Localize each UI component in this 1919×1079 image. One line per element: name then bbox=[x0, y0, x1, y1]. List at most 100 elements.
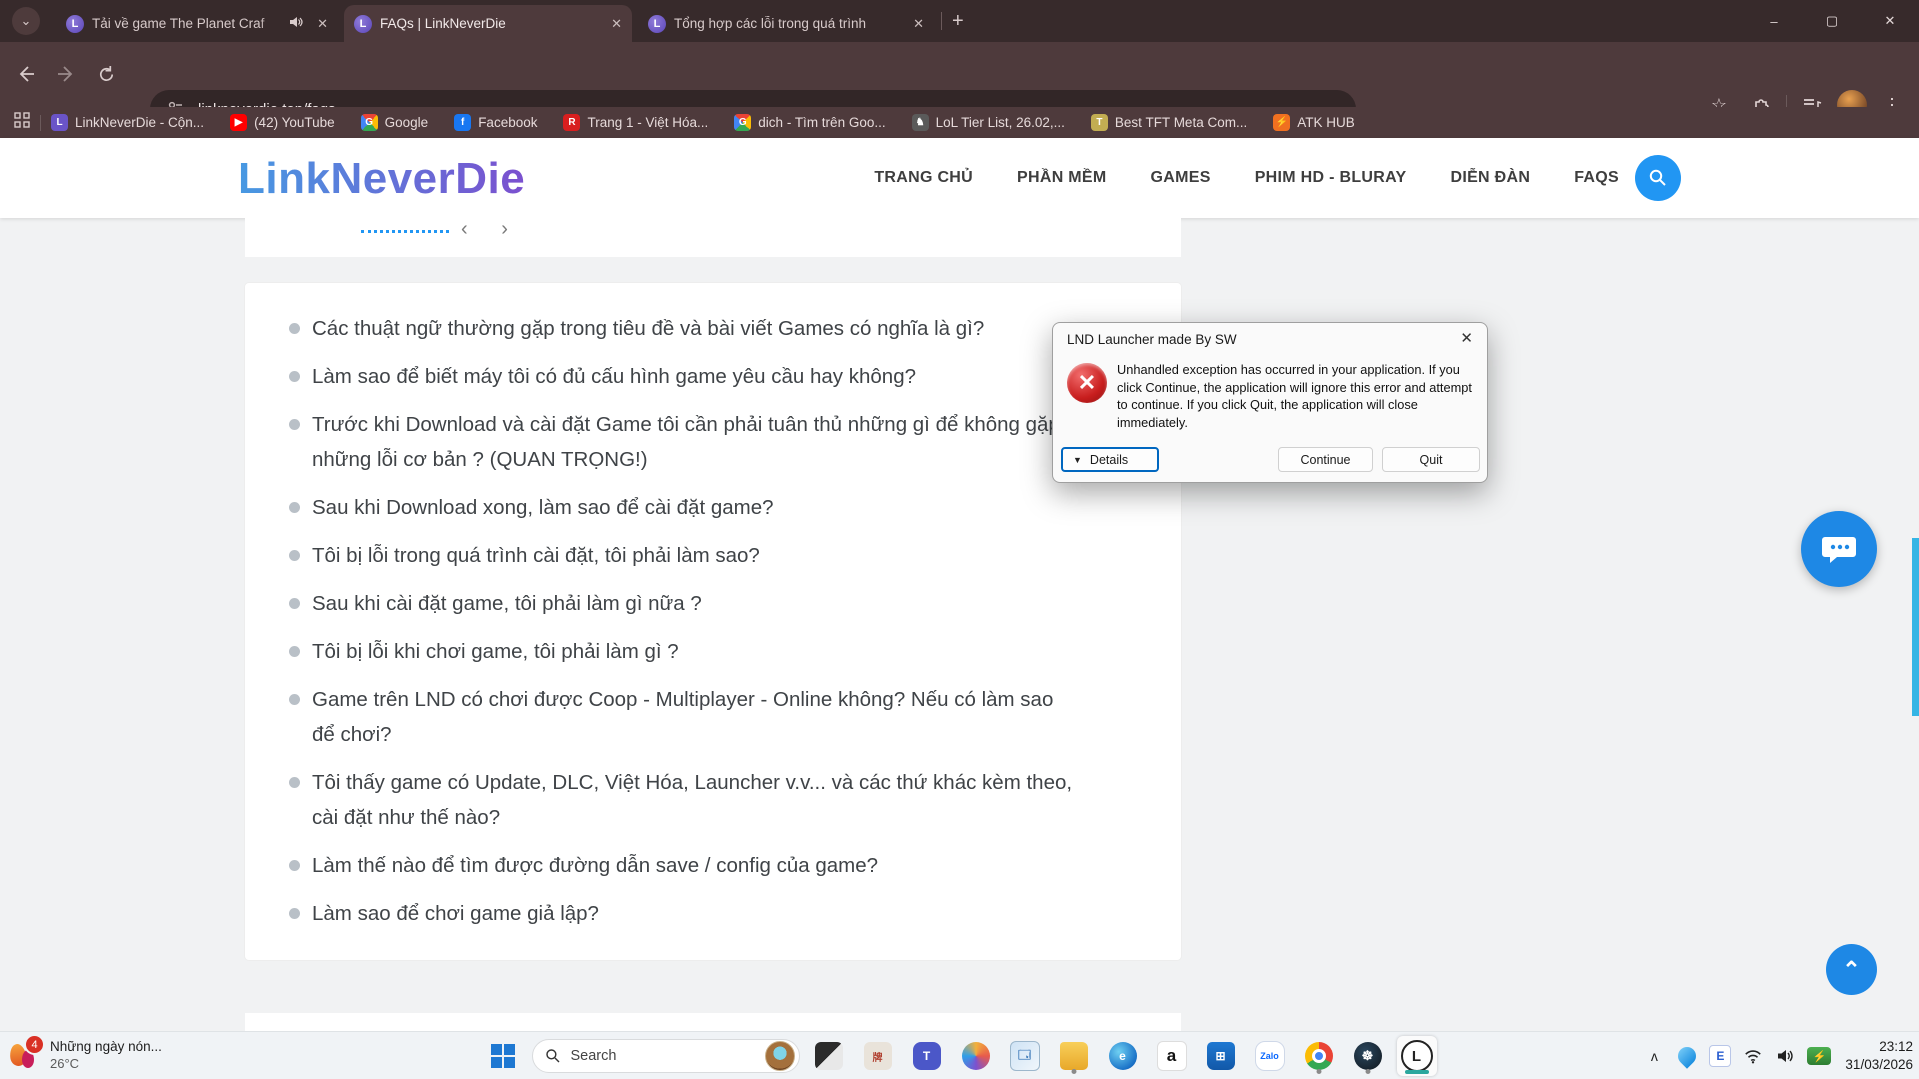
tray-date: 31/03/2026 bbox=[1845, 1056, 1913, 1074]
app-icon: ☸ bbox=[1354, 1042, 1382, 1070]
bookmark-item[interactable]: ⚡ ATK HUB bbox=[1273, 114, 1355, 131]
tab-search-button[interactable]: ⌄ bbox=[12, 7, 40, 35]
screen: ⌄ L Tải về game The Planet Craf ✕ L FAQs… bbox=[0, 0, 1919, 1079]
faq-question-link[interactable]: Tôi bị lỗi khi chơi game, tôi phải làm g… bbox=[289, 634, 1077, 669]
faq-question-link[interactable]: Tôi thấy game có Update, DLC, Việt Hóa, … bbox=[289, 765, 1077, 835]
faq-question-link[interactable]: Làm thế nào để tìm được đường dẫn save /… bbox=[289, 848, 1077, 883]
faq-question-link[interactable]: Sau khi Download xong, làm sao để cài đặ… bbox=[289, 490, 1077, 525]
system-tray: ᴧ E ⚡ 23:12 31/03/2026 bbox=[1641, 1032, 1913, 1079]
continue-button[interactable]: Continue bbox=[1278, 447, 1373, 472]
weather-widget[interactable]: 4 Những ngày nón... 26°C bbox=[8, 1036, 162, 1074]
bookmark-item[interactable]: ♞ LoL Tier List, 26.02,... bbox=[912, 114, 1065, 131]
faq-question-link[interactable]: Các thuật ngữ thường gặp trong tiêu đề v… bbox=[289, 311, 1077, 346]
nav-item[interactable]: DIỄN ĐÀN bbox=[1450, 169, 1530, 187]
bookmark-item[interactable]: ▶ (42) YouTube bbox=[230, 114, 335, 131]
faq-question-link[interactable]: Sau khi cài đặt game, tôi phải làm gì nữ… bbox=[289, 586, 1077, 621]
page-scrollbar-thumb[interactable] bbox=[1912, 538, 1919, 716]
tab-planet-craft[interactable]: L Tải về game The Planet Craf ✕ bbox=[56, 5, 338, 42]
nav-item[interactable]: GAMES bbox=[1151, 169, 1211, 187]
forward-button[interactable] bbox=[48, 56, 84, 92]
battery-icon[interactable]: ⚡ bbox=[1806, 1043, 1832, 1069]
e-app-tray-icon[interactable]: E bbox=[1707, 1043, 1733, 1069]
tab-close-icon[interactable]: ✕ bbox=[611, 16, 622, 32]
taskbar-icon-amazon[interactable]: a bbox=[1152, 1036, 1192, 1076]
bookmark-favicon: R bbox=[563, 114, 580, 131]
search-placeholder: Search bbox=[571, 1048, 755, 1064]
bookmark-favicon: G bbox=[361, 114, 378, 131]
app-icon: Zalo bbox=[1255, 1041, 1285, 1071]
wifi-icon[interactable] bbox=[1740, 1043, 1766, 1069]
app-icon: 牌 bbox=[864, 1042, 892, 1070]
app-icon bbox=[1060, 1042, 1088, 1070]
taskbar-icon-photos[interactable]: 🗔 bbox=[1005, 1036, 1045, 1076]
taskbar-search-box[interactable]: Search bbox=[532, 1039, 800, 1073]
nav-item[interactable]: TRANG CHỦ bbox=[874, 169, 973, 187]
start-button[interactable] bbox=[483, 1036, 523, 1076]
window-minimize-button[interactable]: – bbox=[1745, 14, 1803, 29]
bookmark-label: Trang 1 - Việt Hóa... bbox=[587, 115, 708, 130]
window-close-button[interactable]: ✕ bbox=[1861, 13, 1919, 29]
details-label: Details bbox=[1090, 453, 1128, 467]
new-tab-button[interactable]: + bbox=[952, 10, 964, 33]
tab-close-icon[interactable]: ✕ bbox=[317, 16, 328, 32]
nav-item[interactable]: FAQS bbox=[1574, 169, 1619, 187]
clock-widget[interactable]: 23:12 31/03/2026 bbox=[1845, 1038, 1913, 1074]
faq-question-link[interactable]: Làm sao để biết máy tôi có đủ cấu hình g… bbox=[289, 359, 1077, 394]
taskbar-icon-edge[interactable]: e bbox=[1103, 1036, 1143, 1076]
volume-icon[interactable] bbox=[1773, 1043, 1799, 1069]
quit-button[interactable]: Quit bbox=[1382, 447, 1480, 472]
site-header: LinkNeverDie TRANG CHỦ PHẦN MỀM GAMES PHIM … bbox=[0, 138, 1919, 218]
window-maximize-button[interactable]: ▢ bbox=[1803, 13, 1861, 29]
dialog-close-icon[interactable]: ✕ bbox=[1460, 329, 1473, 347]
dotted-link-underline[interactable] bbox=[361, 230, 449, 233]
bookmark-label: Facebook bbox=[478, 115, 537, 130]
taskbar-icon-explorer[interactable] bbox=[1054, 1036, 1094, 1076]
tab-tong-hop-loi[interactable]: L Tổng hợp các lỗi trong quá trình ✕ bbox=[638, 5, 934, 42]
scroll-to-top-button[interactable]: ⌃ bbox=[1826, 944, 1877, 995]
taskbar-icon-store[interactable]: ⊞ bbox=[1201, 1036, 1241, 1076]
search-highlight-image[interactable] bbox=[765, 1041, 795, 1071]
bookmark-item[interactable]: R Trang 1 - Việt Hóa... bbox=[563, 114, 708, 131]
reload-button[interactable] bbox=[88, 56, 124, 92]
chat-bubble-button[interactable] bbox=[1801, 511, 1877, 587]
bookmark-item[interactable]: G dich - Tìm trên Goo... bbox=[734, 114, 885, 131]
apps-grid-icon[interactable] bbox=[14, 112, 30, 133]
taskbar-icon-mahjong[interactable]: 牌 bbox=[858, 1036, 898, 1076]
bookmarks-bar: L LinkNeverDie - Cộn... ▶ (42) YouTube G… bbox=[0, 107, 1919, 138]
faq-question-link[interactable]: Làm sao để chơi game giả lập? bbox=[289, 896, 1077, 931]
faq-question-link[interactable]: Trước khi Download và cài đặt Game tôi c… bbox=[289, 407, 1077, 477]
taskbar-icon-chrome[interactable] bbox=[1299, 1036, 1339, 1076]
tab-audio-icon[interactable] bbox=[289, 15, 303, 32]
dialog-title: LND Launcher made By SW bbox=[1067, 332, 1237, 347]
taskbar-icon-copilot[interactable] bbox=[956, 1036, 996, 1076]
taskbar: 4 Những ngày nón... 26°C Search bbox=[0, 1031, 1919, 1079]
tab-close-icon[interactable]: ✕ bbox=[913, 16, 924, 32]
bookmark-item[interactable]: L LinkNeverDie - Cộn... bbox=[51, 114, 204, 131]
tab-faqs-active[interactable]: L FAQs | LinkNeverDie ✕ bbox=[344, 5, 632, 42]
error-icon: ✕ bbox=[1067, 363, 1107, 403]
bookmark-item[interactable]: G Google bbox=[361, 114, 429, 131]
faq-question-link[interactable]: Game trên LND có chơi được Coop - Multip… bbox=[289, 682, 1077, 752]
faq-question-link[interactable]: Tôi bị lỗi trong quá trình cài đặt, tôi … bbox=[289, 538, 1077, 573]
taskbar-icon-teams[interactable]: T bbox=[907, 1036, 947, 1076]
site-search-button[interactable] bbox=[1635, 155, 1681, 201]
bookmark-item[interactable]: f Facebook bbox=[454, 114, 537, 131]
taskbar-icon-steam[interactable]: ☸ bbox=[1348, 1036, 1388, 1076]
tray-time: 23:12 bbox=[1845, 1038, 1913, 1056]
nav-item[interactable]: PHẦN MỀM bbox=[1017, 169, 1107, 187]
details-button[interactable]: ▼ Details bbox=[1061, 447, 1159, 472]
weather-icon: 4 bbox=[8, 1036, 42, 1074]
site-favicon: L bbox=[66, 15, 84, 33]
taskbar-icon-taskview[interactable] bbox=[809, 1036, 849, 1076]
taskbar-icon-zalo[interactable]: Zalo bbox=[1250, 1036, 1290, 1076]
slider-arrows[interactable]: ‹ › bbox=[461, 218, 522, 241]
bookmark-favicon: ⚡ bbox=[1273, 114, 1290, 131]
deepl-tray-icon[interactable] bbox=[1674, 1043, 1700, 1069]
site-logo[interactable]: LinkNeverDie bbox=[238, 154, 525, 204]
nav-item[interactable]: PHIM HD - BLURAY bbox=[1255, 169, 1407, 187]
taskbar-icon-lnd[interactable]: L bbox=[1397, 1036, 1437, 1076]
bookmark-favicon: f bbox=[454, 114, 471, 131]
bookmark-item[interactable]: T Best TFT Meta Com... bbox=[1091, 114, 1247, 131]
back-button[interactable] bbox=[8, 56, 44, 92]
tray-chevron-icon[interactable]: ᴧ bbox=[1641, 1043, 1667, 1069]
